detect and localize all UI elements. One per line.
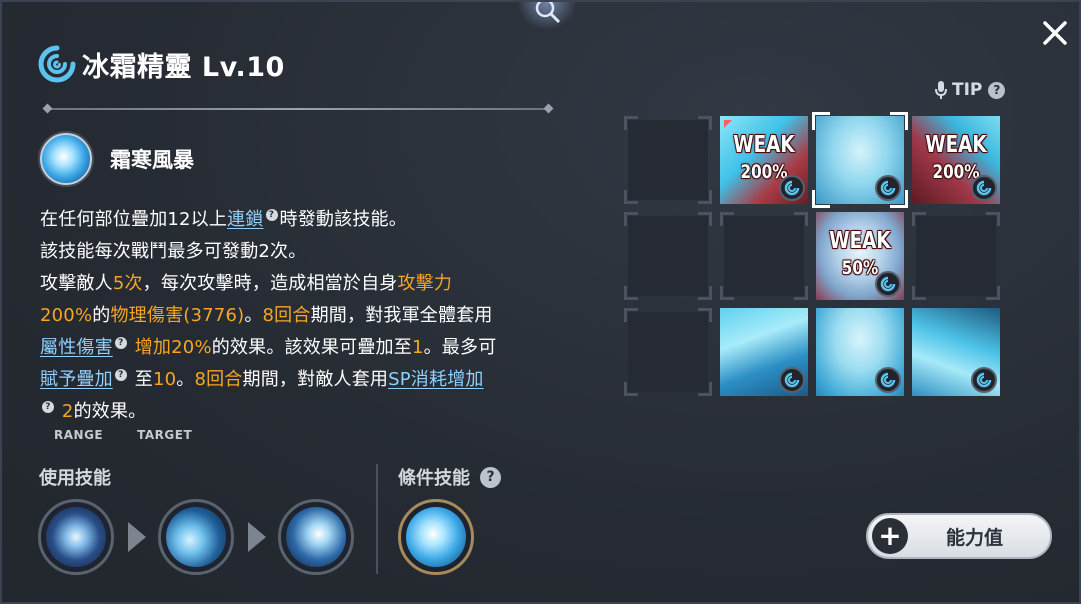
weak-label: WEAK xyxy=(733,132,795,158)
chevron-right-icon xyxy=(128,522,146,552)
body-part-grid: WEAK 200% WEAK 200% WEAK 50% xyxy=(624,112,1004,400)
highlight-text: 攻擊力 xyxy=(397,273,453,294)
desc-line-6: 賦予疊加? 至10。8回合期間，對敵人套用SP消耗增加 xyxy=(40,364,560,396)
ice-shard-icon[interactable] xyxy=(158,499,234,575)
desc-text: 。 xyxy=(244,305,263,326)
use-skills-label: 使用技能 xyxy=(39,468,111,489)
condition-skills-label: 條件技能 xyxy=(398,468,470,489)
empty-slot xyxy=(720,212,808,300)
close-icon xyxy=(1043,21,1067,45)
desc-text: 攻擊敵人 xyxy=(40,273,113,294)
body-part[interactable] xyxy=(816,308,904,396)
stats-button-label: 能力值 xyxy=(946,526,1004,549)
help-icon[interactable]: ? xyxy=(988,81,1006,99)
highlight-text: 8回合 xyxy=(194,369,243,390)
ice-element-icon xyxy=(971,175,997,201)
desc-text: 。最多可 xyxy=(423,337,497,358)
empty-slot xyxy=(624,308,712,396)
ice-element-icon xyxy=(875,367,901,393)
body-part[interactable] xyxy=(720,308,808,396)
ice-element-icon xyxy=(875,271,901,297)
highlight-text: 增加20% xyxy=(134,337,212,358)
highlight-text: 8回合 xyxy=(262,305,311,326)
title-row: 冰霜精靈 Lv.10 xyxy=(38,44,285,84)
weak-label: WEAK xyxy=(925,132,987,158)
body-part-weak-3[interactable]: WEAK 50% xyxy=(816,212,904,300)
help-icon[interactable]: ? xyxy=(114,337,127,349)
empty-slot xyxy=(624,116,712,204)
ice-burst-icon[interactable] xyxy=(398,499,474,575)
microphone-icon xyxy=(935,81,947,99)
ice-element-icon xyxy=(971,367,997,393)
weak-label: WEAK xyxy=(829,228,891,254)
desc-text: 該技能每次戰鬥最多可發動2次。 xyxy=(40,241,307,262)
desc-text: 的效果。 xyxy=(73,401,147,422)
help-icon[interactable]: ? xyxy=(42,401,54,413)
chevron-right-icon xyxy=(248,522,266,552)
help-icon[interactable]: ? xyxy=(265,209,278,221)
help-icon[interactable]: ? xyxy=(114,369,127,381)
highlight-text: 1 xyxy=(411,337,424,358)
desc-line-7: ? 2的效果。 xyxy=(40,396,560,428)
ice-element-icon xyxy=(779,367,805,393)
desc-line-3: 攻擊敵人5次，每次攻擊時，造成相當於自身攻擊力 xyxy=(40,268,560,300)
body-part-weak-1[interactable]: WEAK 200% xyxy=(720,116,808,204)
page-title: 冰霜精靈 Lv.10 xyxy=(82,51,285,83)
desc-text: 的效果。該效果可疊加至 xyxy=(211,337,412,358)
desc-text: 。 xyxy=(176,369,195,390)
desc-text: 時發動該技能。 xyxy=(279,209,407,230)
condition-skills-header: 條件技能 ? xyxy=(398,464,501,490)
stack-link[interactable]: 賦予疊加 xyxy=(40,369,113,390)
empty-slot xyxy=(624,212,712,300)
highlight-text: 200% xyxy=(40,305,93,326)
stats-button[interactable]: + 能力值 xyxy=(866,513,1052,559)
skill-name: 霜寒風暴 xyxy=(110,148,194,172)
desc-text: 期間，對我軍全體套用 xyxy=(310,305,493,326)
highlight-text: 2 xyxy=(61,401,74,422)
ice-swirl-icon xyxy=(38,45,76,83)
body-part[interactable] xyxy=(912,308,1000,396)
ice-element-icon xyxy=(779,175,805,201)
help-icon[interactable]: ? xyxy=(480,466,501,488)
plus-icon: + xyxy=(872,518,908,554)
section-divider xyxy=(376,464,378,574)
close-button[interactable] xyxy=(1038,16,1072,50)
desc-text: 至 xyxy=(134,369,153,390)
tip-area[interactable]: TIP ? xyxy=(934,80,1006,100)
desc-text: 的 xyxy=(92,305,111,326)
highlight-text: 5次 xyxy=(112,273,143,294)
body-part-weak-2[interactable]: WEAK 200% xyxy=(912,116,1000,204)
empty-slot xyxy=(912,212,1000,300)
skill-tags: RANGE TARGET xyxy=(54,428,192,442)
desc-line-5: 屬性傷害? 增加20%的效果。該效果可疊加至1。最多可 xyxy=(40,332,560,364)
ice-burst-icon[interactable] xyxy=(40,133,92,185)
desc-text: 在任何部位疊加12以上 xyxy=(40,209,228,230)
ice-feather-icon[interactable] xyxy=(278,499,354,575)
desc-line-4: 200%的物理傷害(3776)。8回合期間，對我軍全體套用 xyxy=(40,300,560,332)
ice-element-icon xyxy=(875,175,901,201)
highlight-text: 物理傷害(3776) xyxy=(110,305,245,326)
sp-cost-link[interactable]: SP消耗增加 xyxy=(388,369,483,390)
skill-description: 在任何部位疊加12以上連鎖? 時發動該技能。 該技能每次戰鬥最多可發動2次。 攻擊… xyxy=(40,204,560,428)
tip-label: TIP xyxy=(952,80,983,100)
range-tag: RANGE xyxy=(54,428,104,442)
ice-shatter-icon[interactable] xyxy=(38,499,114,575)
desc-text: ，每次攻擊時，造成相當於自身 xyxy=(142,273,398,294)
top-ornament xyxy=(517,2,577,30)
highlight-text: 10 xyxy=(152,369,177,390)
skill-detail-panel: 冰霜精靈 Lv.10 霜寒風暴 在任何部位疊加12以上連鎖? 時發動該技能。 該技… xyxy=(0,0,1081,604)
body-part-selected[interactable] xyxy=(812,112,908,208)
chain-link[interactable]: 連鎖 xyxy=(227,209,263,230)
skill-header: 霜寒風暴 xyxy=(40,133,194,185)
desc-line-2: 該技能每次戰鬥最多可發動2次。 xyxy=(40,236,560,268)
title-divider xyxy=(46,108,550,110)
desc-line-1: 在任何部位疊加12以上連鎖? 時發動該技能。 xyxy=(40,204,560,236)
attribute-damage-link[interactable]: 屬性傷害 xyxy=(40,337,113,358)
target-tag: TARGET xyxy=(137,428,193,442)
desc-text: 期間，對敵人套用 xyxy=(242,369,389,390)
